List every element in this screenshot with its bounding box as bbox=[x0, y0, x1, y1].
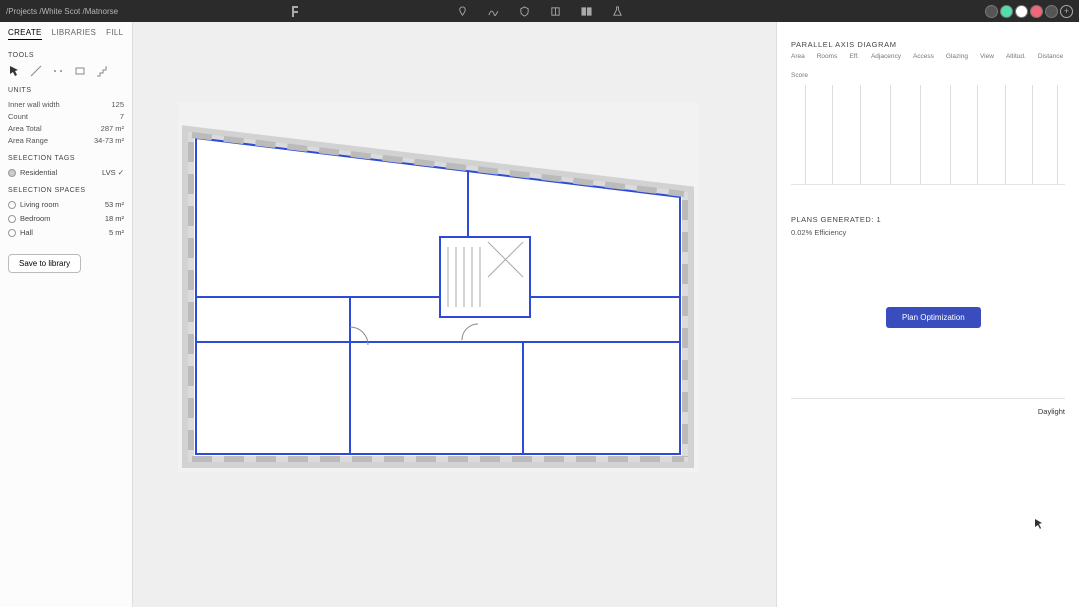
plans-generated: PLANS GENERATED: 1 bbox=[791, 215, 1065, 224]
tab-fill[interactable]: FILL bbox=[106, 28, 123, 40]
topbar: /Projects /White Scot /Matnorse + bbox=[0, 0, 1079, 22]
right-panel: PARALLEL AXIS DIAGRAM AreaRoomsEff.Adjac… bbox=[776, 22, 1079, 607]
space-dot-icon bbox=[8, 201, 16, 209]
stairs-icon[interactable] bbox=[96, 65, 108, 77]
avatar-add[interactable]: + bbox=[1060, 5, 1073, 18]
cursor-pointer-icon bbox=[1034, 519, 1044, 529]
selection-tags-label: SELECTION TAGS bbox=[8, 155, 124, 162]
flask-icon[interactable] bbox=[612, 6, 623, 17]
avatar[interactable] bbox=[1045, 5, 1058, 18]
rectangle-icon[interactable] bbox=[74, 65, 86, 77]
space-dot-icon bbox=[8, 229, 16, 237]
topbar-right: + bbox=[985, 5, 1073, 18]
left-sidebar: CREATE LIBRARIES FILL TOOLS UNITS Inner … bbox=[0, 22, 133, 607]
canvas[interactable] bbox=[133, 22, 776, 607]
avatar[interactable] bbox=[1015, 5, 1028, 18]
parallel-axis-header: PARALLEL AXIS DIAGRAM bbox=[791, 40, 1065, 49]
plan-optimization-button[interactable]: Plan Optimization bbox=[886, 307, 981, 328]
daylight-label[interactable]: Daylight bbox=[791, 407, 1065, 416]
left-tabs: CREATE LIBRARIES FILL bbox=[8, 28, 124, 40]
tab-libraries[interactable]: LIBRARIES bbox=[52, 28, 97, 40]
line-icon[interactable] bbox=[30, 65, 42, 77]
tag-row[interactable]: Residential LVS ✓ bbox=[8, 168, 124, 177]
space-dot-icon bbox=[8, 215, 16, 223]
shield-icon[interactable] bbox=[519, 6, 530, 17]
app-logo-icon[interactable] bbox=[290, 5, 300, 17]
unit-row: Count7 bbox=[8, 112, 124, 121]
save-to-library-button[interactable]: Save to library bbox=[8, 254, 81, 273]
axis-labels: AreaRoomsEff.AdjacencyAccessGlazingViewA… bbox=[791, 53, 1065, 79]
selection-spaces-label: SELECTION SPACES bbox=[8, 187, 124, 194]
space-row[interactable]: Hall 5 m² bbox=[8, 228, 124, 237]
mode-icons bbox=[457, 6, 623, 17]
breadcrumb[interactable]: /Projects /White Scot /Matnorse bbox=[6, 7, 118, 16]
space-row[interactable]: Living room 53 m² bbox=[8, 200, 124, 209]
unit-row: Area Range34-73 m² bbox=[8, 136, 124, 145]
tools-row bbox=[8, 65, 124, 77]
avatar[interactable] bbox=[1030, 5, 1043, 18]
pin-icon[interactable] bbox=[457, 6, 468, 17]
floorplan[interactable] bbox=[178, 102, 698, 472]
units-label: UNITS bbox=[8, 87, 124, 94]
layer-icon[interactable] bbox=[550, 6, 561, 17]
tag-dot-icon bbox=[8, 169, 16, 177]
columns-icon[interactable] bbox=[581, 6, 592, 17]
avatar[interactable] bbox=[985, 5, 998, 18]
divider bbox=[791, 398, 1065, 399]
space-row[interactable]: Bedroom 18 m² bbox=[8, 214, 124, 223]
dots-icon[interactable] bbox=[52, 65, 64, 77]
tools-label: TOOLS bbox=[8, 52, 124, 59]
efficiency-value: 0.02% Efficiency bbox=[791, 228, 1065, 237]
tab-create[interactable]: CREATE bbox=[8, 28, 42, 40]
pointer-icon[interactable] bbox=[8, 65, 20, 77]
unit-row: Area Total287 m² bbox=[8, 124, 124, 133]
parallel-axis-chart[interactable] bbox=[791, 85, 1065, 185]
avatar[interactable] bbox=[1000, 5, 1013, 18]
draw-icon[interactable] bbox=[488, 6, 499, 17]
unit-row: Inner wall width125 bbox=[8, 100, 124, 109]
